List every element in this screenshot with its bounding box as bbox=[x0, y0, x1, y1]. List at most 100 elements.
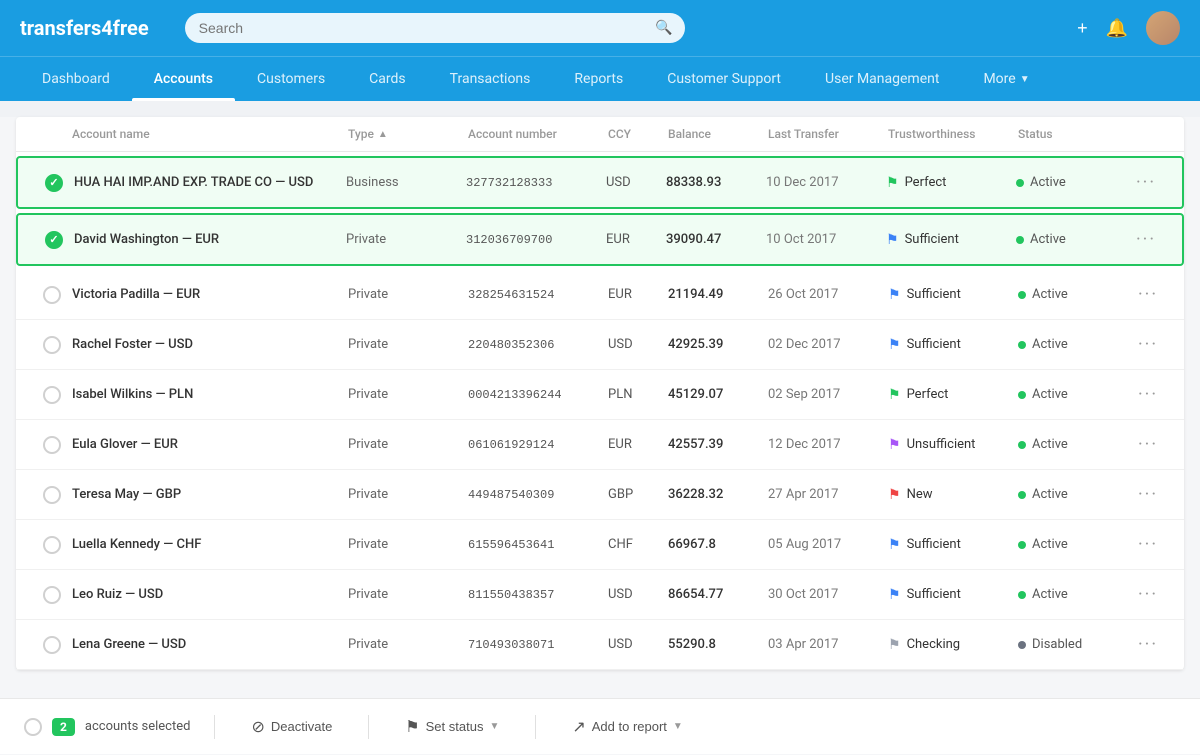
trustworthiness-label: Unsufficient bbox=[907, 437, 976, 452]
nav-item-user-management[interactable]: User Management bbox=[803, 57, 961, 101]
nav-item-accounts[interactable]: Accounts bbox=[132, 57, 235, 101]
account-ccy: USD bbox=[608, 587, 668, 602]
row-checkbox[interactable] bbox=[32, 536, 72, 554]
trustworthiness: ⚑ Perfect bbox=[886, 175, 1016, 191]
trustworthiness: ⚑ Sufficient bbox=[888, 537, 1018, 553]
account-type: Private bbox=[346, 232, 466, 247]
status-text: Active bbox=[1032, 587, 1068, 602]
checkbox-circle[interactable] bbox=[43, 436, 61, 454]
add-to-report-button[interactable]: ↗ Add to report ▼ bbox=[560, 711, 694, 743]
row-checkbox[interactable] bbox=[32, 486, 72, 504]
header-account-number: Account number bbox=[468, 127, 608, 141]
status-text: Active bbox=[1032, 337, 1068, 352]
avatar[interactable] bbox=[1146, 11, 1180, 45]
account-balance: 86654.77 bbox=[668, 587, 768, 602]
checkbox-circle[interactable] bbox=[43, 286, 61, 304]
table-row: HUA HAI IMP.AND EXP. TRADE CO — USD Busi… bbox=[16, 156, 1184, 209]
header-type[interactable]: Type ▲ bbox=[348, 127, 468, 141]
add-button[interactable]: + bbox=[1077, 18, 1088, 39]
account-ccy: USD bbox=[606, 175, 666, 190]
row-more-button[interactable]: ··· bbox=[1128, 434, 1168, 455]
last-transfer: 12 Dec 2017 bbox=[768, 437, 888, 452]
last-transfer: 02 Sep 2017 bbox=[768, 387, 888, 402]
notifications-button[interactable]: 🔔 bbox=[1106, 18, 1128, 39]
checkbox-circle[interactable] bbox=[43, 586, 61, 604]
chevron-down-icon: ▼ bbox=[489, 721, 499, 732]
row-checkbox[interactable] bbox=[32, 636, 72, 654]
checkbox-circle[interactable] bbox=[45, 174, 63, 192]
row-more-button[interactable]: ··· bbox=[1128, 334, 1168, 355]
search-input[interactable] bbox=[185, 13, 685, 43]
row-checkbox[interactable] bbox=[32, 286, 72, 304]
nav-item-more[interactable]: More ▼ bbox=[961, 57, 1051, 101]
nav-item-cards[interactable]: Cards bbox=[347, 57, 427, 101]
trustworthiness-label: New bbox=[907, 487, 933, 502]
status-dot bbox=[1018, 391, 1026, 399]
account-ccy: EUR bbox=[608, 437, 668, 452]
status-dot bbox=[1018, 641, 1026, 649]
flag-icon: ⚑ bbox=[405, 717, 419, 737]
row-more-button[interactable]: ··· bbox=[1128, 484, 1168, 505]
row-more-button[interactable]: ··· bbox=[1128, 634, 1168, 655]
nav-item-customers[interactable]: Customers bbox=[235, 57, 347, 101]
last-transfer: 05 Aug 2017 bbox=[768, 537, 888, 552]
account-ccy: USD bbox=[608, 337, 668, 352]
last-transfer: 26 Oct 2017 bbox=[768, 287, 888, 302]
checkbox-circle[interactable] bbox=[43, 336, 61, 354]
status-text: Active bbox=[1032, 387, 1068, 402]
search-icon: 🔍 bbox=[655, 20, 672, 36]
nav-item-customer-support[interactable]: Customer Support bbox=[645, 57, 803, 101]
row-more-button[interactable]: ··· bbox=[1128, 534, 1168, 555]
account-name: Leo Ruiz — USD bbox=[72, 587, 348, 602]
row-checkbox[interactable] bbox=[32, 386, 72, 404]
checkbox-circle[interactable] bbox=[43, 386, 61, 404]
selection-info: 2 accounts selected bbox=[24, 718, 190, 736]
table-row: Lena Greene — USD Private 710493038071 U… bbox=[16, 620, 1184, 670]
trustworthiness-flag-icon: ⚑ bbox=[888, 337, 901, 353]
select-all-checkbox[interactable] bbox=[24, 718, 42, 736]
status-cell: Active bbox=[1018, 287, 1128, 302]
divider2 bbox=[368, 715, 369, 739]
row-checkbox[interactable] bbox=[34, 231, 74, 249]
row-checkbox[interactable] bbox=[32, 586, 72, 604]
table-row: Victoria Padilla — EUR Private 328254631… bbox=[16, 270, 1184, 320]
nav-item-dashboard[interactable]: Dashboard bbox=[20, 57, 132, 101]
checkbox-circle[interactable] bbox=[43, 486, 61, 504]
deactivate-button[interactable]: ⊘ Deactivate bbox=[239, 711, 344, 743]
search-bar: 🔍 bbox=[185, 13, 685, 43]
nav-item-transactions[interactable]: Transactions bbox=[428, 57, 553, 101]
set-status-button[interactable]: ⚑ Set status ▼ bbox=[393, 711, 511, 743]
status-dot bbox=[1018, 541, 1026, 549]
header-balance: Balance bbox=[668, 127, 768, 141]
table-body: HUA HAI IMP.AND EXP. TRADE CO — USD Busi… bbox=[16, 156, 1184, 670]
row-more-button[interactable]: ··· bbox=[1126, 172, 1166, 193]
row-checkbox[interactable] bbox=[34, 174, 74, 192]
trustworthiness-flag-icon: ⚑ bbox=[888, 287, 901, 303]
row-checkbox[interactable] bbox=[32, 436, 72, 454]
table-row: Teresa May — GBP Private 449487540309 GB… bbox=[16, 470, 1184, 520]
account-type: Private bbox=[348, 287, 468, 302]
account-number: 328254631524 bbox=[468, 288, 608, 302]
trustworthiness-flag-icon: ⚑ bbox=[886, 175, 899, 191]
account-number: 0004213396244 bbox=[468, 388, 608, 402]
row-more-button[interactable]: ··· bbox=[1128, 284, 1168, 305]
account-ccy: EUR bbox=[606, 232, 666, 247]
account-name: Eula Glover — EUR bbox=[72, 437, 348, 452]
checkbox-circle[interactable] bbox=[43, 536, 61, 554]
account-number: 061061929124 bbox=[468, 438, 608, 452]
divider bbox=[214, 715, 215, 739]
row-more-button[interactable]: ··· bbox=[1126, 229, 1166, 250]
checkbox-circle[interactable] bbox=[45, 231, 63, 249]
row-more-button[interactable]: ··· bbox=[1128, 584, 1168, 605]
nav-item-reports[interactable]: Reports bbox=[552, 57, 645, 101]
status-text: Active bbox=[1032, 487, 1068, 502]
row-more-button[interactable]: ··· bbox=[1128, 384, 1168, 405]
selection-count-badge: 2 bbox=[52, 718, 75, 736]
trustworthiness-label: Perfect bbox=[907, 387, 949, 402]
status-cell: Active bbox=[1018, 437, 1128, 452]
row-checkbox[interactable] bbox=[32, 336, 72, 354]
trustworthiness-flag-icon: ⚑ bbox=[888, 487, 901, 503]
account-type: Private bbox=[348, 337, 468, 352]
checkbox-circle[interactable] bbox=[43, 636, 61, 654]
header: transfers4free 🔍 + 🔔 bbox=[0, 0, 1200, 56]
